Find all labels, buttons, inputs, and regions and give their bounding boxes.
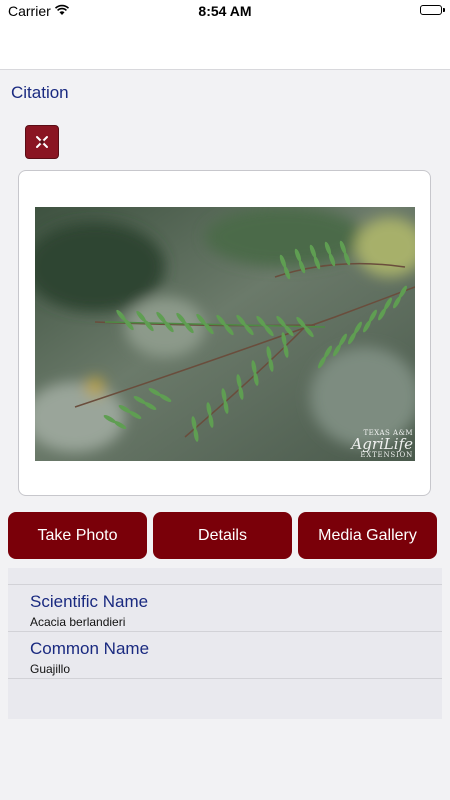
common-name-label: Common Name — [30, 639, 150, 658]
page-title: Citation — [11, 83, 69, 102]
navigation-bar — [0, 22, 450, 70]
common-name-row: Common Name Guajillo — [8, 631, 442, 678]
close-button[interactable] — [25, 125, 59, 159]
agrilife-logo: TEXAS A&M AgriLife EXTENSION — [351, 429, 413, 459]
scientific-name-row: Scientific Name Acacia berlandieri — [8, 584, 442, 631]
close-icon — [36, 136, 48, 148]
scientific-name-label: Scientific Name — [30, 592, 149, 611]
common-name-value: Guajillo — [30, 662, 71, 676]
photo-card: TEXAS A&M AgriLife EXTENSION — [18, 170, 431, 496]
battery-icon — [420, 5, 445, 15]
details-button[interactable]: Details — [153, 512, 292, 559]
plant-photo: TEXAS A&M AgriLife EXTENSION — [35, 207, 415, 461]
clock: 8:54 AM — [198, 3, 252, 19]
status-bar: Carrier 8:54 AM — [0, 0, 450, 22]
media-gallery-button[interactable]: Media Gallery — [298, 512, 437, 559]
list-divider — [8, 678, 442, 679]
take-photo-button[interactable]: Take Photo — [8, 512, 147, 559]
scientific-name-value: Acacia berlandieri — [30, 615, 126, 629]
details-panel: Scientific Name Acacia berlandieri Commo… — [8, 568, 442, 719]
